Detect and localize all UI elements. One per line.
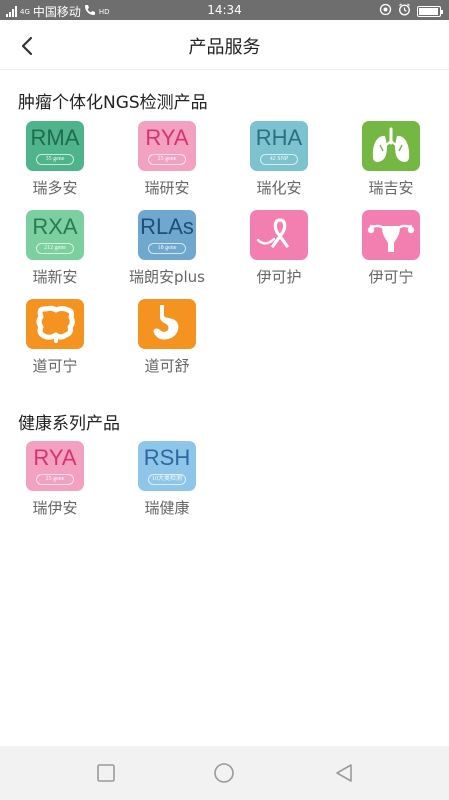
product-icon: RXA 212 gene [26,210,84,260]
product-icon: RHA 42 SNP [250,121,308,171]
product-subtitle: 18 gene [148,243,186,254]
product-item[interactable]: 道可宁 [5,299,105,376]
product-name: 道可舒 [144,357,190,375]
section-title-health: 健康系列产品 [18,414,120,434]
product-subtitle: 25 gene [148,154,186,165]
system-navigation-bar [0,746,449,800]
product-icon: RLAs 18 gene [138,210,196,260]
product-item[interactable]: 伊可护 [229,210,329,287]
product-item[interactable]: RXA 212 gene 瑞新安 [5,210,105,287]
product-item[interactable]: RLAs 18 gene 瑞朗安plus [117,210,217,287]
top-navigation-bar: 产品服务 [0,20,449,70]
status-right [379,3,443,19]
product-subtitle: 212 gene [36,243,74,254]
circle-icon [214,763,234,783]
page-title: 产品服务 [188,37,261,58]
product-name: 瑞健康 [144,499,190,517]
product-subtitle: 35 gene [36,154,74,165]
triangle-left-icon [336,764,352,782]
product-item[interactable]: 瑞吉安 [341,121,441,198]
product-item[interactable]: RHA 42 SNP 瑞化安 [229,121,329,198]
product-code: RXA [32,214,78,239]
product-name: 瑞多安 [32,179,78,197]
product-code: RLAs [140,214,194,239]
product-icon [138,299,196,349]
product-name: 瑞新安 [32,268,78,286]
product-name: 伊可宁 [368,268,414,286]
back-nav-button[interactable] [332,761,356,785]
product-icon: RSH 10大类检测 [138,441,196,491]
status-bar: 4G 中国移动 HD 14:34 [0,0,449,20]
product-subtitle: 10大类检测 [148,474,186,485]
product-item[interactable]: 伊可宁 [341,210,441,287]
product-item[interactable]: RSH 10大类检测瑞健康 [117,441,217,518]
product-name: 瑞吉安 [368,179,414,197]
product-icon: RMA 35 gene [26,121,84,171]
sync-icon [379,3,392,19]
product-name: 伊可护 [256,268,302,286]
alarm-icon [398,3,411,19]
product-code: RYA [145,125,189,150]
product-item[interactable]: RYA 25 gene 瑞伊安 [5,441,105,518]
product-icon [250,210,308,260]
product-name: 瑞研安 [144,179,190,197]
product-item[interactable]: RYA 25 gene 瑞研安 [117,121,217,198]
product-code: RYA [33,445,77,470]
product-icon [26,299,84,349]
product-code: RMA [30,125,80,150]
product-icon: RYA 25 gene [138,121,196,171]
product-item[interactable]: RMA 35 gene 瑞多安 [5,121,105,198]
product-subtitle: 25 gene [36,474,74,485]
product-icon: RYA 25 gene [26,441,84,491]
section-title-tumor: 肿瘤个体化NGS检测产品 [18,93,208,113]
product-name: 瑞朗安plus [128,268,205,286]
product-name: 瑞伊安 [32,499,78,517]
product-icon [362,121,420,171]
home-button[interactable] [212,761,236,785]
product-code: RHA [255,125,303,150]
product-name: 道可宁 [32,357,78,375]
product-subtitle: 42 SNP [260,154,298,165]
battery-icon [417,5,443,17]
product-code: RSH [143,445,191,470]
square-icon [97,764,115,782]
product-icon [362,210,420,260]
product-name: 瑞化安 [256,179,302,197]
recent-apps-button[interactable] [94,761,118,785]
product-item[interactable]: 道可舒 [117,299,217,376]
